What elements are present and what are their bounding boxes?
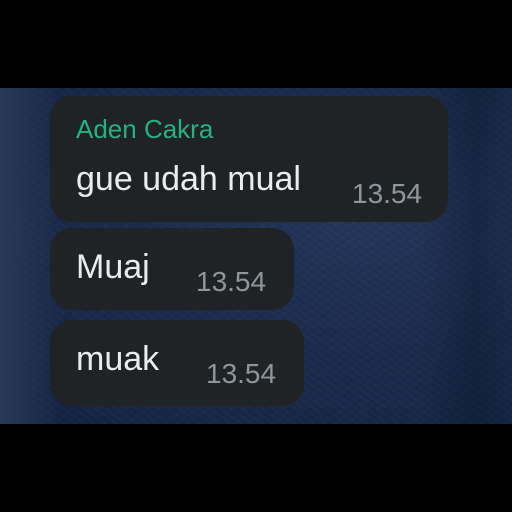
message-text: gue udah mual bbox=[76, 160, 301, 198]
message-text: Muaj bbox=[76, 248, 150, 286]
message-bubble[interactable]: Aden Cakra gue udah mual 13.54 bbox=[50, 96, 448, 222]
message-timestamp: 13.54 bbox=[206, 358, 277, 389]
message-timestamp: 13.54 bbox=[352, 178, 423, 209]
message-bubble[interactable]: muak 13.54 bbox=[50, 320, 304, 406]
message-timestamp: 13.54 bbox=[196, 266, 267, 297]
message-text: muak bbox=[76, 340, 160, 378]
sender-name[interactable]: Aden Cakra bbox=[76, 114, 213, 145]
message-bubble[interactable]: Muaj 13.54 bbox=[50, 228, 294, 310]
screenshot-frame: Aden Cakra gue udah mual 13.54 Muaj 13.5… bbox=[0, 0, 512, 512]
